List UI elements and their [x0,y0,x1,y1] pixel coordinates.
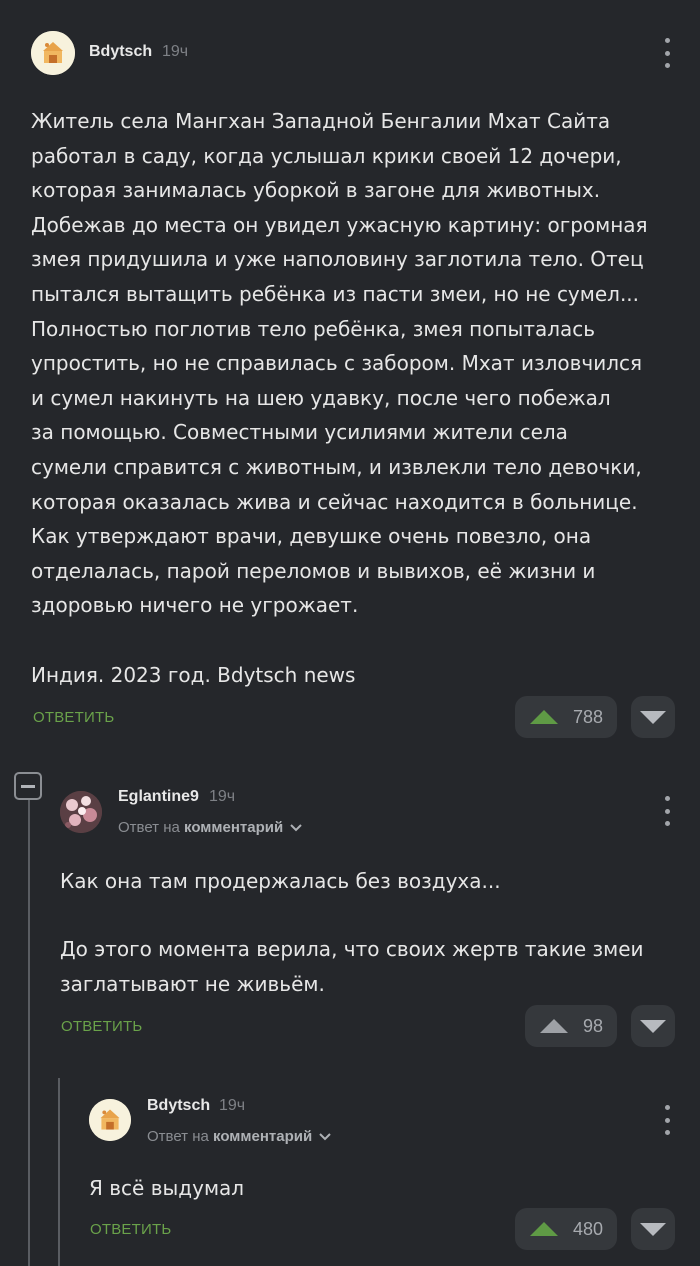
comment-text-line: змея придушила и уже наполовину заглотил… [31,247,644,272]
hamster-house-icon [89,1099,131,1141]
upvote-arrow-icon [530,710,558,724]
collapse-thread-button[interactable] [14,772,42,800]
rating-count: 788 [573,706,604,727]
comment-text-line: Как утверждают врачи, девушке очень пове… [31,524,592,549]
comment-text-line: пытался вытащить ребёнка из пасти змеи, … [31,281,640,306]
reply-button[interactable]: ОТВЕТИТЬ [90,1221,171,1238]
comment-text-line: Житель села Мангхан Западной Бенгалии Мх… [31,109,611,133]
avatar[interactable] [31,31,75,75]
more-options-icon[interactable] [662,38,672,68]
rating-count: 98 [583,1015,604,1036]
more-options-icon[interactable] [662,796,672,826]
comment-time: 19ч [162,43,189,60]
comment-text-line: заглатывают не живьём. [60,971,325,996]
reply-button[interactable]: ОТВЕТИТЬ [33,709,114,726]
flower-photo-icon [60,791,102,833]
hamster-house-icon [31,31,75,75]
avatar[interactable] [60,791,102,833]
comment-author[interactable]: Eglantine9 [118,788,199,806]
comment-text-line: Полностью поглотив тело ребёнка, змея по… [31,316,596,341]
more-options-icon[interactable] [662,1105,672,1135]
upvote-button[interactable]: 480 [515,1208,617,1250]
comment-text-line: сумели справится с животным, и извлекли … [31,454,642,479]
comment-text-line: здоровью ничего не угрожает. [31,593,359,618]
downvote-arrow-icon [640,1019,666,1033]
comment-text-line: Добежав до места он увидел ужасную карти… [31,212,648,237]
comment-text-line: До этого момента верила, что своих жертв… [60,937,644,961]
comment-body: Житель села Мангхан Западной Бенгалии Мх… [31,104,648,623]
comment-author[interactable]: Bdytsch [147,1097,210,1115]
comment-time: 19ч [219,1097,246,1114]
comment-text-line: Как она там продержалась без воздуха... [60,869,501,893]
minus-icon [21,784,35,788]
comment-body: До этого момента верила, что своих жертв… [60,932,644,1001]
reply-button[interactable]: ОТВЕТИТЬ [61,1018,142,1035]
comment-text-line: которая занималась уборкой в загоне для … [31,178,601,203]
chevron-down-icon [319,1133,332,1141]
comment-text-line: отделалась, парой переломов и вывихов, е… [31,558,596,583]
reply-to-target: комментарий [213,1128,313,1145]
comment-text-line: Индия. 2023 год. Bdytsch news [31,663,356,687]
comment-text-line: которая оказалась жива и сейчас находитс… [31,489,638,514]
upvote-button[interactable]: 788 [515,696,617,738]
comment-text-line: работал в саду, когда услышал крики свое… [31,143,622,168]
rating-count: 480 [573,1218,604,1239]
comment-body: Как она там продержалась без воздуха... [60,864,501,899]
reply-to-target: комментарий [184,819,284,836]
upvote-arrow-icon [530,1222,558,1236]
reply-to-prefix: Ответ на [118,819,180,836]
avatar[interactable] [89,1099,131,1141]
reply-to-link[interactable]: Ответ на комментарий [118,819,303,836]
comment-body: Я всё выдумал [89,1176,245,1200]
comment-author[interactable]: Bdytsch [89,43,152,61]
downvote-button[interactable] [631,696,675,738]
downvote-arrow-icon [640,1222,666,1236]
downvote-button[interactable] [631,1208,675,1250]
comment-time: 19ч [209,788,236,805]
comment-text-line: за помощью. Совместными усилиями жители … [31,420,568,445]
comment-text-line: и сумел накинуть на шею удавку, после че… [31,385,611,410]
thread-line[interactable] [28,800,30,1266]
reply-to-link[interactable]: Ответ на комментарий [147,1128,332,1145]
downvote-arrow-icon [640,710,666,724]
chevron-down-icon [290,824,303,832]
upvote-arrow-icon [540,1019,568,1033]
thread-line[interactable] [58,1078,60,1266]
downvote-button[interactable] [631,1005,675,1047]
reply-to-prefix: Ответ на [147,1128,209,1145]
comment-text-line: упростить, но не справилась с забором. М… [31,351,643,376]
upvote-button[interactable]: 98 [525,1005,617,1047]
